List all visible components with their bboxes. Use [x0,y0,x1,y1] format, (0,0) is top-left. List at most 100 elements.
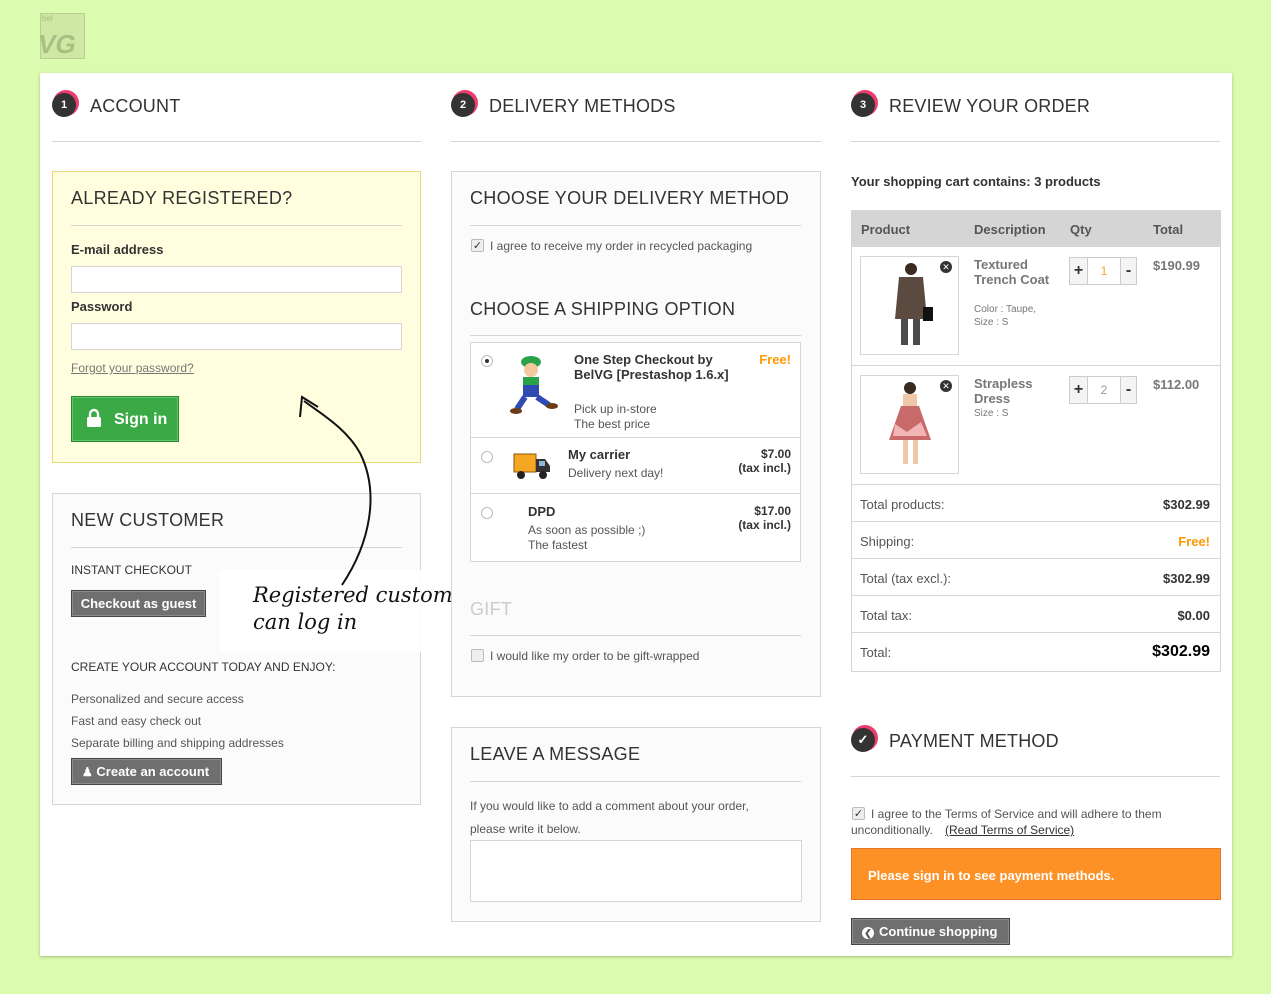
password-label: Password [71,299,133,314]
checkout-as-guest-button[interactable]: Checkout as guest [71,590,206,617]
product-attr: Size : S [974,408,1009,419]
shipping-title: CHOOSE A SHIPPING OPTION [470,299,736,319]
step-number-badge: 2 [451,93,475,117]
shipping-option-desc: The fastest [528,538,588,552]
total-tax-row: Total tax: $0.00 [852,595,1220,632]
total-value: $302.99 [1163,571,1210,586]
sign-in-button[interactable]: Sign in [71,396,179,442]
terms-text: unconditionally. [851,823,933,837]
truck-icon [513,451,551,486]
qty-plus-button[interactable]: + [1070,377,1088,403]
col-header: Qty [1070,222,1092,237]
total-label: Shipping: [860,534,915,549]
qty-input[interactable]: 1 [1088,258,1120,284]
shipping-option-desc: As soon as possible ;) [528,523,646,537]
table-row: ✕ Strapless Dress Size : S + 2 - $112.00 [852,365,1220,484]
instant-checkout-label: INSTANT CHECKOUT [71,563,192,577]
shipping-option[interactable]: DPD As soon as possible ;) The fastest $… [471,494,800,561]
sign-in-label: Sign in [114,411,168,428]
continue-shopping-button[interactable]: ❮ Continue shopping [851,918,1010,945]
grand-total-row: Total: $302.99 [852,632,1220,669]
total-label: Total products: [860,497,945,512]
step-payment-header: ✓ PAYMENT METHOD [851,708,1220,777]
step-review-header: 3 REVIEW YOUR ORDER [851,73,1220,142]
quantity-stepper: + 2 - [1069,376,1137,404]
product-image[interactable]: ✕ [860,256,959,355]
col-header: Description [974,222,1046,237]
remove-item-icon[interactable]: ✕ [940,380,952,392]
product-attr: Size : S [974,317,1009,328]
forgot-password-link[interactable]: Forgot your password? [71,361,194,375]
qty-input[interactable]: 2 [1088,377,1120,403]
lock-icon [86,408,102,433]
total-label: Total tax: [860,608,913,623]
qty-minus-button[interactable]: - [1120,258,1136,284]
shipping-option-name: My carrier [568,447,631,462]
cart-table: Product Description Qty Total ✕ Textured… [851,210,1221,672]
step-delivery-header: 2 DELIVERY METHODS [451,73,821,142]
cart-table-header: Product Description Qty Total [852,211,1220,246]
create-account-button[interactable]: ♟ Create an account [71,758,222,785]
shipping-option-desc: The best price [574,417,651,431]
message-textarea[interactable] [470,840,802,902]
continue-shopping-label: Continue shopping [879,924,998,939]
message-box: LEAVE A MESSAGE If you would like to add… [451,727,821,922]
shipping-option-price: $17.00 [754,504,791,518]
terms-checkbox[interactable]: ✓ [852,807,865,820]
benefit-item: Fast and easy check out [71,714,202,728]
shipping-option-desc: Delivery next day! [568,466,664,480]
remove-item-icon[interactable]: ✕ [940,261,952,273]
read-terms-link[interactable]: (Read Terms of Service) [945,823,1074,837]
svg-text:bel: bel [42,14,53,23]
col-header: Product [861,222,911,237]
recycled-checkbox[interactable]: ✓ [471,239,484,252]
shipping-radio[interactable] [481,507,493,519]
step-number-badge: 1 [52,93,76,117]
shipping-radio[interactable] [481,355,493,367]
shipping-total-row: Shipping: Free! [852,521,1220,558]
message-hint: If you would like to add a comment about… [470,799,749,813]
total-label: Total: [860,645,892,660]
item-total: $112.00 [1153,377,1200,392]
password-field[interactable] [71,323,402,350]
total-products-row: Total products: $302.99 [852,484,1220,521]
annotation-text: can log in [253,610,358,634]
shipping-option[interactable]: One Step Checkout by BelVG [Prestashop 1… [471,343,800,438]
gift-checkbox[interactable] [471,649,484,662]
shipping-options: One Step Checkout by BelVG [Prestashop 1… [470,342,801,562]
total-value: Free! [1178,534,1210,549]
user-icon: ♟ [82,765,93,779]
cart-summary: Your shopping cart contains: 3 products [851,174,1101,189]
qty-minus-button[interactable]: - [1120,377,1136,403]
step-title: REVIEW YOUR ORDER [889,96,1091,116]
delivery-box: CHOOSE YOUR DELIVERY METHOD ✓ I agree to… [451,171,821,697]
step-title: PAYMENT METHOD [889,731,1059,751]
shipping-option-desc: Pick up in-store [574,402,657,416]
shipping-radio[interactable] [481,451,493,463]
email-label: E-mail address [71,242,164,257]
step-number-badge: 3 [851,93,875,117]
product-image[interactable]: ✕ [860,375,959,474]
shipping-option[interactable]: My carrier Delivery next day! $7.00 (tax… [471,438,800,494]
total-label: Total (tax excl.): [860,571,952,586]
qty-plus-button[interactable]: + [1070,258,1088,284]
svg-text:VG: VG [40,29,79,59]
message-hint: please write it below. [470,822,581,836]
email-field[interactable] [71,266,402,293]
step-title: DELIVERY METHODS [489,96,676,116]
product-name[interactable]: Strapless Dress [974,376,1054,406]
delivery-title: CHOOSE YOUR DELIVERY METHOD [470,188,790,208]
mario-carrier-icon [509,353,559,420]
total-value: $302.99 [1163,497,1210,512]
gift-label: I would like my order to be gift-wrapped [490,649,700,663]
message-title: LEAVE A MESSAGE [470,744,641,764]
shipping-option-name: One Step Checkout by BelVG [Prestashop 1… [574,352,729,382]
chevron-left-icon: ❮ [862,926,874,939]
product-name[interactable]: Textured Trench Coat [974,257,1054,287]
terms-text: I agree to the Terms of Service and will… [871,807,1162,821]
payment-notice: Please sign in to see payment methods. [851,848,1221,900]
grand-total-value: $302.99 [1152,643,1210,660]
total-tax-excl-row: Total (tax excl.): $302.99 [852,558,1220,595]
step-check-badge: ✓ [851,728,875,752]
annotation-arrow [299,395,372,586]
